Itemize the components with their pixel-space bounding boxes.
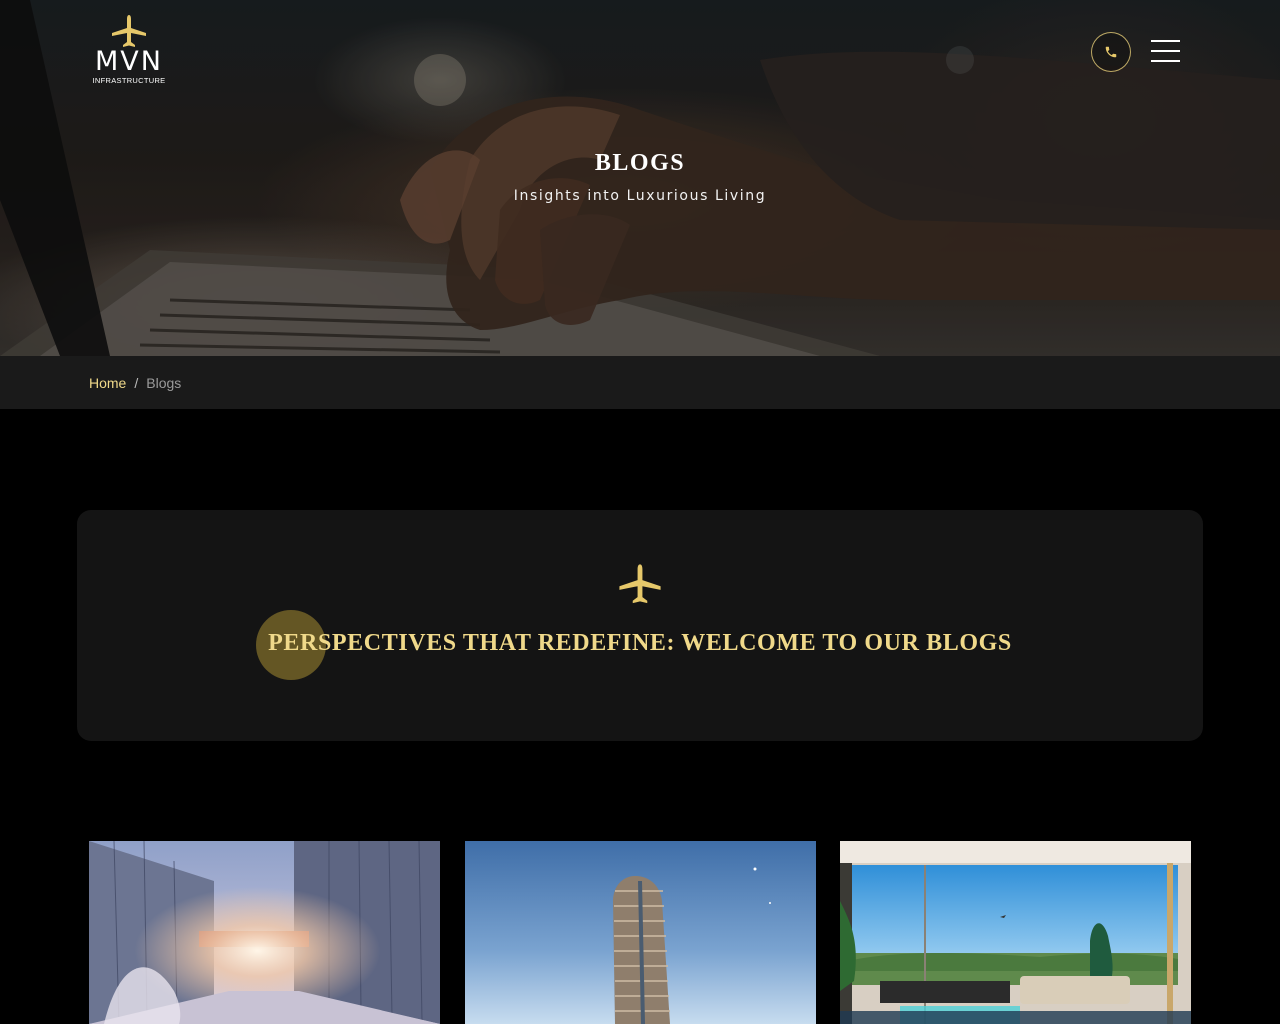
menu-line (1151, 40, 1180, 42)
breadcrumb-home-link[interactable]: Home (89, 375, 126, 391)
phone-button[interactable] (1091, 32, 1131, 72)
hamburger-menu-icon[interactable] (1151, 40, 1180, 64)
menu-line (1151, 60, 1180, 62)
breadcrumb-separator: / (134, 375, 139, 391)
welcome-panel: PERSPECTIVES THAT REDEFINE: WELCOME TO O… (77, 510, 1203, 741)
airplane-icon (619, 564, 661, 604)
site-logo[interactable]: MVN INFRASTRUCTURE (92, 14, 166, 92)
blog-card[interactable] (465, 841, 816, 1024)
glass-office-buildings-photo (89, 841, 440, 1024)
phone-icon (1105, 46, 1117, 58)
hero-overlay (0, 0, 1280, 356)
logo-tagline: INFRASTRUCTURE (92, 76, 166, 85)
page-title: BLOGS (594, 150, 686, 176)
airplane-icon (112, 15, 146, 47)
menu-line (1151, 50, 1180, 52)
welcome-title: PERSPECTIVES THAT REDEFINE: WELCOME TO O… (268, 630, 1012, 656)
hero-banner: MVN INFRASTRUCTURE BLOGS Insights into L… (0, 0, 1280, 356)
blog-card[interactable] (89, 841, 440, 1024)
luxury-living-room-photo (840, 841, 1191, 1024)
logo-wordmark: MVN (95, 46, 163, 77)
blog-card[interactable] (840, 841, 1191, 1024)
residential-tower-photo (465, 841, 816, 1024)
welcome-airplane (617, 562, 663, 613)
breadcrumb: Home / Blogs (0, 356, 1280, 409)
breadcrumb-current: Blogs (146, 375, 182, 391)
page-subtitle: Insights into Luxurious Living (513, 188, 767, 204)
